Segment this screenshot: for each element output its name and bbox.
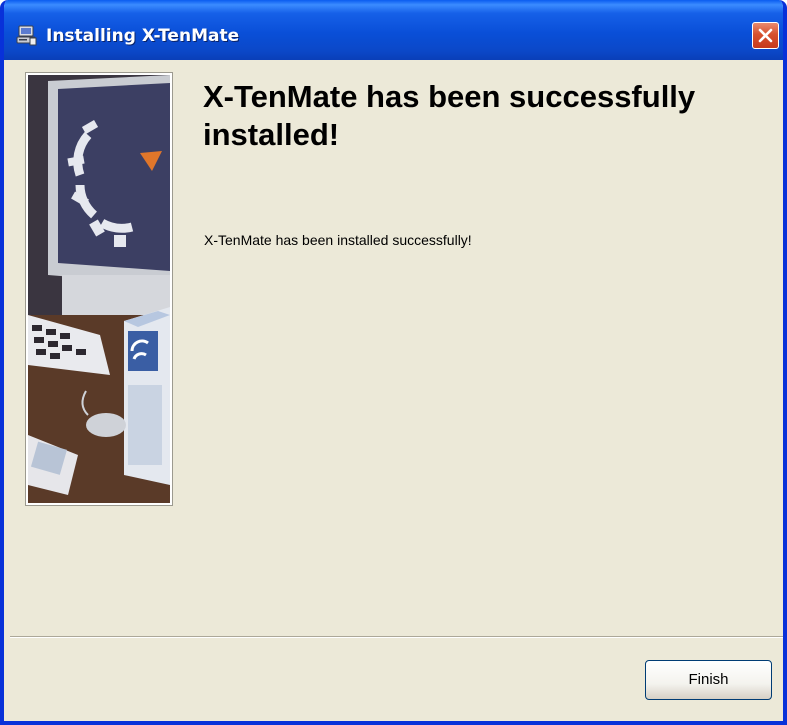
footer-separator [10,636,783,638]
installer-icon [16,24,38,46]
finish-button[interactable]: Finish [645,660,772,700]
close-icon [758,28,773,43]
window-title: Installing X-TenMate [46,26,240,46]
success-heading: X-TenMate has been successfully installe… [203,79,696,152]
success-message: X-TenMate has been installed successfull… [204,232,472,248]
installer-window: Installing X-TenMate X-TenMate has been … [0,0,787,725]
close-button[interactable] [752,22,779,49]
title-bar[interactable]: Installing X-TenMate [4,0,783,60]
installer-banner-image [25,72,173,506]
